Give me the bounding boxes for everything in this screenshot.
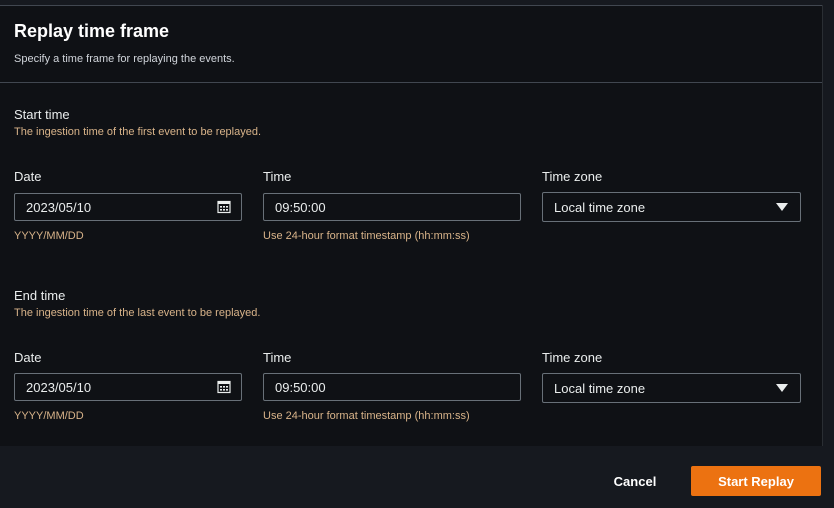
start-time-description: The ingestion time of the first event to… [14, 126, 262, 138]
calendar-icon[interactable] [217, 200, 231, 214]
end-time-label: Time [263, 350, 292, 365]
calendar-icon[interactable] [217, 380, 231, 394]
header-divider [0, 82, 822, 83]
start-timezone-select[interactable]: Local time zone [542, 192, 801, 222]
start-date-value: 2023/05/10 [26, 199, 92, 215]
end-date-input[interactable]: 2023/05/10 [14, 373, 242, 401]
end-time-input[interactable]: 09:50:00 [263, 373, 521, 401]
start-time-heading: Start time [14, 107, 70, 122]
panel-divider [822, 5, 823, 446]
end-date-label: Date [14, 350, 42, 365]
start-time-input[interactable]: 09:50:00 [263, 193, 521, 221]
end-date-hint: YYYY/MM/DD [14, 410, 84, 422]
start-date-input[interactable]: 2023/05/10 [14, 193, 242, 221]
panel-title: Replay time frame [14, 21, 170, 41]
panel-subtitle: Specify a time frame for replaying the e… [14, 53, 235, 65]
end-time-value: 09:50:00 [275, 379, 326, 395]
end-timezone-value: Local time zone [554, 380, 646, 396]
start-time-label: Time [263, 169, 292, 184]
start-replay-button[interactable]: Start Replay [691, 466, 821, 496]
start-date-hint: YYYY/MM/DD [14, 230, 84, 242]
start-timezone-value: Local time zone [554, 199, 646, 215]
end-time-heading: End time [14, 288, 66, 303]
end-timezone-label: Time zone [542, 350, 603, 365]
end-time-description: The ingestion time of the last event to … [14, 307, 261, 319]
start-time-hint: Use 24-hour format timestamp (hh:mm:ss) [263, 230, 470, 242]
cancel-button[interactable]: Cancel [597, 466, 673, 496]
start-time-value: 09:50:00 [275, 199, 326, 215]
caret-down-icon [776, 384, 788, 392]
start-timezone-label: Time zone [542, 169, 603, 184]
end-time-hint: Use 24-hour format timestamp (hh:mm:ss) [263, 410, 470, 422]
end-date-value: 2023/05/10 [26, 379, 92, 395]
end-timezone-select[interactable]: Local time zone [542, 373, 801, 403]
start-date-label: Date [14, 169, 42, 184]
caret-down-icon [776, 203, 788, 211]
